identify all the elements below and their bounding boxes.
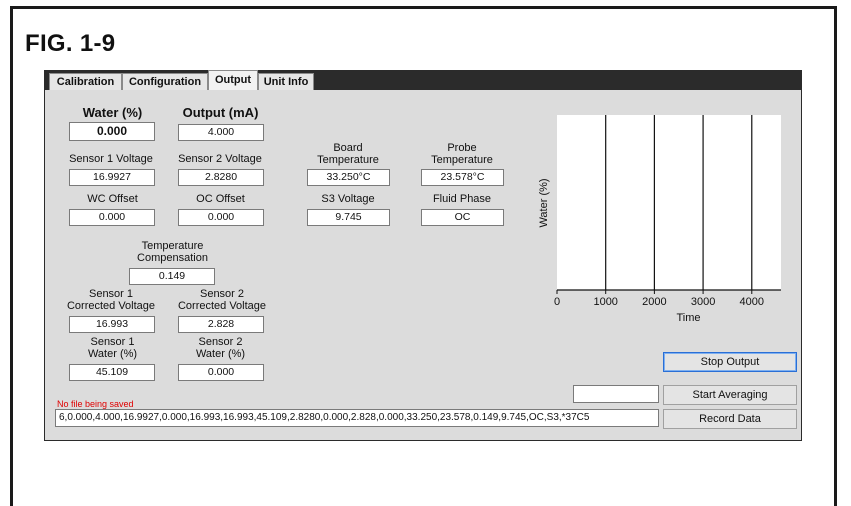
tab-calibration[interactable]: Calibration: [49, 73, 122, 90]
start-averaging-button[interactable]: Start Averaging: [663, 385, 797, 405]
wc-offset-label: WC Offset: [87, 193, 138, 205]
s3-voltage-label: S3 Voltage: [321, 193, 375, 205]
sensor1-voltage-label: Sensor 1 Voltage: [69, 153, 153, 165]
y-axis-label: Water (%): [538, 178, 550, 227]
board-temp-label-line2: Temperature: [317, 154, 379, 166]
oc-offset-field[interactable]: 0.000: [178, 209, 264, 226]
fluid-phase-field[interactable]: OC: [421, 209, 504, 226]
x-tick-label-3: 3000: [691, 296, 715, 308]
sensor2-corr-field[interactable]: 2.828: [178, 316, 264, 333]
probe-temp-field[interactable]: 23.578°C: [421, 169, 504, 186]
plot-area: [557, 115, 781, 290]
board-temp-field[interactable]: 33.250°C: [307, 169, 390, 186]
temp-comp-field[interactable]: 0.149: [129, 268, 215, 285]
averaging-value-field[interactable]: [573, 385, 659, 403]
x-tick-label-2: 2000: [642, 296, 666, 308]
sensor2-voltage-field[interactable]: 2.8280: [178, 169, 264, 186]
tab-bar: Calibration Configuration Output Unit In…: [44, 70, 802, 90]
x-tick-label-1: 1000: [593, 296, 617, 308]
output-ma-label: Output (mA): [182, 105, 259, 120]
water-time-chart: 0 1000 2000 3000 4000 Time Water (%): [538, 115, 781, 324]
sensor2-water-label-line2: Water (%): [195, 348, 246, 360]
x-tick-label-4: 4000: [740, 296, 764, 308]
sensor1-corr-field[interactable]: 16.993: [69, 316, 155, 333]
sensor2-corr-label-line2: Corrected Voltage: [177, 300, 267, 312]
record-data-button[interactable]: Record Data: [663, 409, 797, 429]
sensor1-corr-label-line2: Corrected Voltage: [66, 300, 156, 312]
sensor1-water-label-line2: Water (%): [87, 348, 138, 360]
tab-unit-info[interactable]: Unit Info: [258, 73, 314, 90]
oc-offset-label: OC Offset: [196, 193, 245, 205]
sensor2-voltage-label: Sensor 2 Voltage: [178, 153, 262, 165]
water-pct-field[interactable]: 0.000: [69, 122, 155, 141]
wc-offset-field[interactable]: 0.000: [69, 209, 155, 226]
sensor2-water-field[interactable]: 0.000: [178, 364, 264, 381]
sensor1-voltage-field[interactable]: 16.9927: [69, 169, 155, 186]
tab-configuration[interactable]: Configuration: [122, 73, 208, 90]
fluid-phase-label: Fluid Phase: [432, 193, 492, 205]
stop-output-button[interactable]: Stop Output: [663, 352, 797, 372]
tab-output[interactable]: Output: [208, 70, 258, 90]
s3-voltage-field[interactable]: 9.745: [307, 209, 390, 226]
figure-title: FIG. 1-9: [25, 30, 116, 57]
sensor1-water-field[interactable]: 45.109: [69, 364, 155, 381]
x-axis-label: Time: [676, 312, 700, 324]
output-ma-field[interactable]: 4.000: [178, 124, 264, 141]
probe-temp-label-line2: Temperature: [431, 154, 493, 166]
data-string-field[interactable]: 6,0.000,4.000,16.9927,0.000,16.993,16.99…: [55, 409, 659, 427]
output-panel: Water (%) 0.000 Output (mA) 4.000 Sensor…: [45, 90, 801, 440]
temp-comp-label-line2: Compensation: [137, 252, 208, 264]
app-window: Calibration Configuration Output Unit In…: [44, 70, 802, 441]
x-tick-label-0: 0: [554, 296, 560, 308]
water-pct-label: Water (%): [82, 105, 143, 120]
